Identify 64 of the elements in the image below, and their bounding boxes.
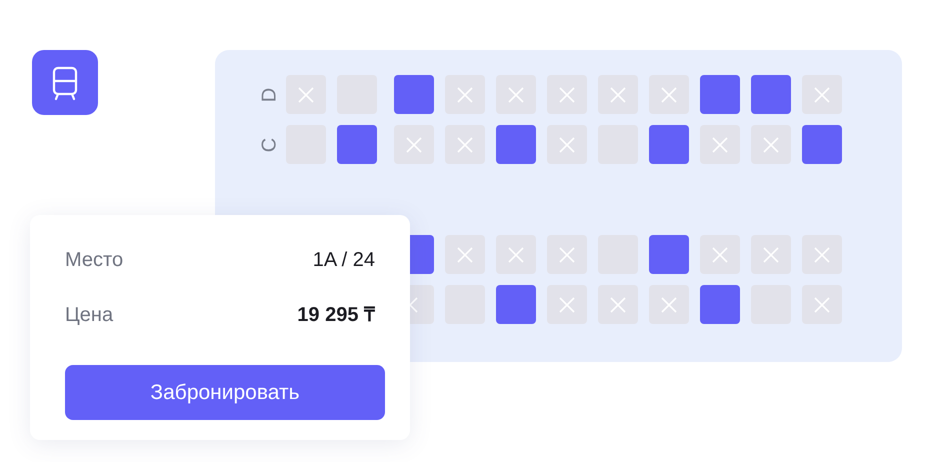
cross-icon xyxy=(762,136,780,154)
seat[interactable] xyxy=(496,75,536,114)
seat[interactable] xyxy=(410,235,434,274)
seat[interactable] xyxy=(598,285,638,324)
seat[interactable] xyxy=(410,285,434,324)
seat[interactable] xyxy=(700,285,740,324)
cross-icon xyxy=(711,246,729,264)
row-label: D xyxy=(258,86,282,104)
cross-icon xyxy=(405,136,423,154)
cross-icon xyxy=(609,86,627,104)
seat[interactable] xyxy=(496,285,536,324)
cross-icon xyxy=(456,246,474,264)
seat[interactable] xyxy=(496,125,536,164)
seat[interactable] xyxy=(700,75,740,114)
seat[interactable] xyxy=(337,125,377,164)
field-label: Цена xyxy=(65,303,114,328)
seat[interactable] xyxy=(751,125,791,164)
cross-icon xyxy=(456,136,474,154)
cross-icon xyxy=(558,136,576,154)
row-label: C xyxy=(258,136,282,154)
seat[interactable] xyxy=(547,125,587,164)
cross-icon xyxy=(456,86,474,104)
book-button[interactable]: Забронировать xyxy=(65,365,385,420)
seat[interactable] xyxy=(700,235,740,274)
cross-icon xyxy=(813,86,831,104)
cross-icon xyxy=(558,296,576,314)
seat[interactable] xyxy=(802,285,842,324)
field-value: 1A / 24 xyxy=(312,248,375,273)
field-value: 19 295 ₸ xyxy=(297,303,375,328)
seat[interactable] xyxy=(496,235,536,274)
seat[interactable] xyxy=(394,125,434,164)
cross-icon xyxy=(813,246,831,264)
seat[interactable] xyxy=(445,75,485,114)
seat[interactable] xyxy=(649,75,689,114)
cross-icon xyxy=(813,296,831,314)
seat[interactable] xyxy=(802,125,842,164)
seat[interactable] xyxy=(286,75,326,114)
seat[interactable] xyxy=(394,75,434,114)
seat[interactable] xyxy=(649,285,689,324)
seat[interactable] xyxy=(751,235,791,274)
seat[interactable] xyxy=(445,125,485,164)
seat[interactable] xyxy=(700,125,740,164)
seat[interactable] xyxy=(547,285,587,324)
cross-icon xyxy=(297,86,315,104)
seat[interactable] xyxy=(445,235,485,274)
seat[interactable] xyxy=(649,235,689,274)
field-label: Место xyxy=(65,248,124,273)
cross-icon xyxy=(609,296,627,314)
cross-icon xyxy=(660,296,678,314)
seat[interactable] xyxy=(802,235,842,274)
seat[interactable] xyxy=(547,235,587,274)
seat[interactable] xyxy=(598,75,638,114)
seat[interactable] xyxy=(802,75,842,114)
cross-icon xyxy=(558,246,576,264)
cross-icon xyxy=(507,86,525,104)
cross-icon xyxy=(711,136,729,154)
cross-icon xyxy=(507,246,525,264)
seat[interactable] xyxy=(649,125,689,164)
cross-icon xyxy=(558,86,576,104)
cross-icon xyxy=(660,86,678,104)
seat[interactable] xyxy=(547,75,587,114)
cross-icon xyxy=(762,246,780,264)
train-icon xyxy=(32,50,98,115)
seat[interactable] xyxy=(751,75,791,114)
